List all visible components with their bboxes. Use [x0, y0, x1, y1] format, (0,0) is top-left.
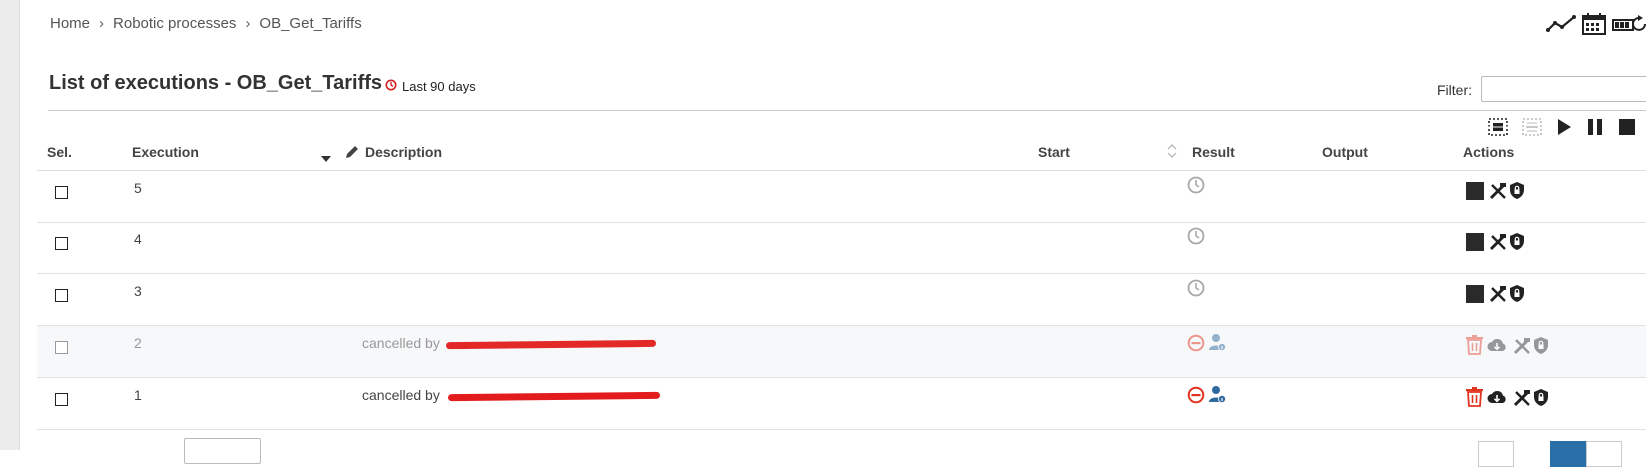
pager-current[interactable]: [1550, 441, 1586, 467]
cloud-download-icon[interactable]: [1487, 389, 1507, 408]
tools-icon[interactable]: [1489, 233, 1507, 254]
breadcrumb-robotic-processes[interactable]: Robotic processes: [113, 15, 236, 32]
row-description: cancelled by: [362, 335, 440, 351]
sort-desc-icon[interactable]: [321, 149, 331, 165]
page-size-select[interactable]: [184, 438, 261, 464]
cloud-download-icon[interactable]: [1487, 337, 1507, 356]
execution-id[interactable]: 3: [134, 283, 142, 299]
tools-icon[interactable]: [1513, 389, 1531, 410]
clock-icon: [1187, 279, 1205, 300]
shield-lock-icon[interactable]: [1533, 336, 1549, 358]
tools-icon[interactable]: [1489, 285, 1507, 306]
stop-icon[interactable]: [1466, 233, 1484, 254]
tools-icon[interactable]: [1489, 182, 1507, 203]
cancel-circle-icon: [1187, 334, 1205, 355]
row-description: cancelled by: [362, 387, 440, 403]
execution-id[interactable]: 2: [134, 335, 142, 351]
cancel-circle-icon: [1187, 386, 1205, 407]
breadcrumb: Home › Robotic processes › OB_Get_Tariff…: [50, 15, 362, 32]
row-checkbox[interactable]: [55, 186, 68, 199]
shield-lock-icon[interactable]: [1509, 284, 1525, 306]
edit-icon: [345, 144, 360, 162]
header-result: Result: [1192, 144, 1235, 160]
period-label: Last 90 days: [402, 79, 476, 94]
table-row: 2 cancelled by: [37, 326, 1646, 378]
period-indicator[interactable]: Last 90 days: [385, 79, 476, 94]
shield-lock-icon[interactable]: [1533, 388, 1549, 410]
table-row: 4: [37, 222, 1646, 274]
row-checkbox[interactable]: [55, 289, 68, 302]
execution-id[interactable]: 1: [134, 387, 142, 403]
top-toolbar: [1546, 13, 1646, 35]
table-row: 3: [37, 274, 1646, 326]
trash-icon[interactable]: [1466, 387, 1483, 410]
redaction-mark: [445, 339, 657, 350]
table-footer: [37, 438, 261, 464]
header-description[interactable]: Description: [365, 144, 442, 160]
pagination: [1478, 441, 1622, 467]
user-info-icon[interactable]: [1209, 385, 1227, 407]
user-info-icon[interactable]: [1209, 333, 1227, 355]
stop-icon[interactable]: [1466, 285, 1484, 306]
filter-input[interactable]: [1481, 76, 1646, 102]
breadcrumb-separator: ›: [99, 15, 105, 32]
calendar-icon[interactable]: [1582, 13, 1606, 35]
shield-lock-icon[interactable]: [1509, 181, 1525, 203]
redaction-mark: [447, 391, 661, 402]
trash-icon[interactable]: [1466, 335, 1483, 358]
execution-id[interactable]: 4: [134, 231, 142, 247]
clock-icon: [385, 79, 397, 94]
filter-label: Filter:: [1437, 82, 1472, 98]
page-title: List of executions - OB_Get_Tariffs: [49, 72, 383, 94]
header-output: Output: [1322, 144, 1368, 160]
battery-refresh-icon[interactable]: [1612, 14, 1646, 34]
row-checkbox[interactable]: [55, 393, 68, 406]
title-divider: [48, 110, 1646, 111]
header-execution[interactable]: Execution: [132, 144, 199, 160]
table-header: Sel. Execution Description Start Result …: [37, 134, 1646, 171]
breadcrumb-home[interactable]: Home: [50, 15, 90, 32]
pager-first[interactable]: [1478, 441, 1514, 467]
stop-icon[interactable]: [1466, 182, 1484, 203]
header-actions: Actions: [1463, 144, 1515, 160]
sort-both-icon[interactable]: [1167, 143, 1177, 162]
row-checkbox[interactable]: [55, 237, 68, 250]
execution-id[interactable]: 5: [134, 180, 142, 196]
clock-icon: [1187, 227, 1205, 248]
header-sel: Sel.: [47, 144, 72, 160]
pager-prev[interactable]: [1514, 441, 1550, 467]
shield-lock-icon[interactable]: [1509, 232, 1525, 254]
tools-icon[interactable]: [1513, 337, 1531, 358]
line-chart-icon[interactable]: [1546, 14, 1576, 34]
table-row: 1 cancelled by: [37, 378, 1646, 430]
left-sidebar-edge: [0, 0, 20, 450]
table-row: 5: [37, 171, 1646, 223]
header-start[interactable]: Start: [1038, 144, 1070, 160]
breadcrumb-separator: ›: [245, 15, 251, 32]
clock-icon: [1187, 176, 1205, 197]
breadcrumb-current: OB_Get_Tariffs: [259, 15, 362, 32]
row-checkbox[interactable]: [55, 341, 68, 354]
pager-next[interactable]: [1586, 441, 1622, 467]
